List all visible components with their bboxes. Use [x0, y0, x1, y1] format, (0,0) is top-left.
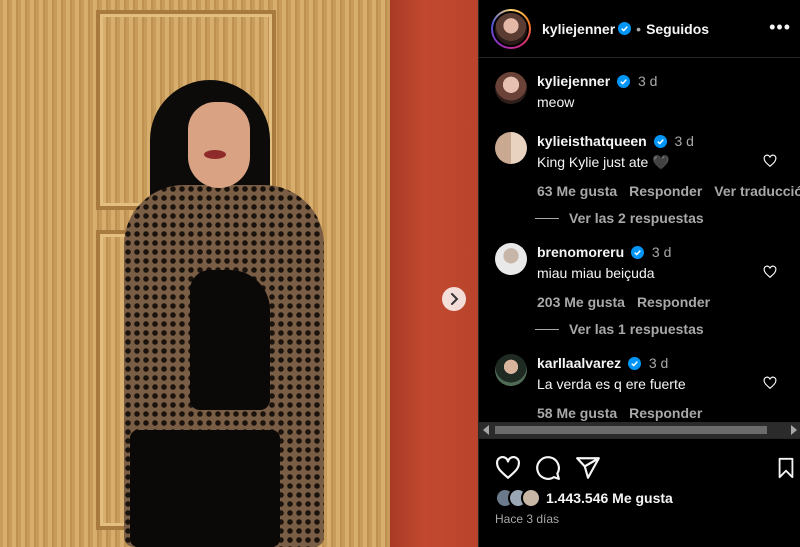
horizontal-scrollbar[interactable] [479, 422, 800, 438]
chevron-right-icon [451, 293, 459, 305]
replies-divider [535, 328, 559, 330]
comment-likes[interactable]: 203 Me gusta [537, 294, 625, 310]
comment-meta: 58 Me gusta Responder [537, 405, 777, 421]
next-photo-button[interactable] [442, 287, 466, 311]
heart-icon[interactable] [763, 265, 777, 279]
avatar[interactable] [491, 8, 531, 49]
comment-time: 3 d [674, 133, 694, 149]
red-wall [390, 0, 478, 547]
comment-icon[interactable] [535, 455, 561, 481]
view-replies-button[interactable]: Ver las 1 respuestas [535, 321, 704, 337]
comment-likes[interactable]: 63 Me gusta [537, 183, 617, 199]
post-sidebar: kyliejenner • Seguidos ••• kyliejenner 3… [478, 0, 800, 547]
avatar[interactable] [495, 243, 527, 275]
replies-divider [535, 217, 559, 219]
following-button[interactable]: Seguidos [646, 21, 709, 37]
comment-username[interactable]: karllaalvarez [537, 355, 621, 371]
translate-button[interactable]: Ver traducción [714, 183, 800, 199]
view-replies-button[interactable]: Ver las 2 respuestas [535, 210, 704, 226]
comment-meta: 63 Me gusta Responder Ver traducción [537, 183, 800, 199]
likes-summary[interactable]: 1.443.546 Me gusta [495, 488, 673, 508]
comment-text: La verda es q ere fuerte [537, 376, 686, 392]
post-timestamp: Hace 3 días [495, 512, 560, 526]
verified-icon [618, 22, 632, 35]
comment-username[interactable]: brenomoreru [537, 244, 624, 260]
avatar [521, 488, 541, 508]
comment-time: 3 d [651, 244, 672, 260]
comment-text: meow [537, 94, 575, 110]
reply-button[interactable]: Responder [629, 183, 702, 199]
share-icon[interactable] [575, 455, 601, 481]
comment-time: 3 d [637, 73, 658, 89]
scroll-right-icon[interactable] [791, 425, 797, 435]
comment-text: miau miau beiçuda [537, 265, 655, 281]
reply-button[interactable]: Responder [637, 294, 710, 310]
likes-count[interactable]: 1.443.546 Me gusta [546, 490, 673, 506]
post-photo [0, 0, 478, 547]
avatar[interactable] [495, 354, 527, 386]
more-options-icon[interactable]: ••• [769, 18, 791, 36]
comments-list: kyliejenner 3 d meow kylieisthatqueen 3 … [479, 58, 800, 422]
post-actions: 1.443.546 Me gusta Hace 3 días [479, 438, 800, 547]
avatar[interactable] [495, 72, 527, 104]
dot-separator: • [636, 20, 642, 37]
face-shape [188, 102, 250, 188]
view-replies-label: Ver las 2 respuestas [569, 210, 704, 226]
comment-username[interactable]: kylieisthatqueen [537, 133, 647, 149]
author-username[interactable]: kyliejenner [542, 21, 615, 37]
avatar[interactable] [495, 132, 527, 164]
verified-icon [617, 75, 631, 88]
scrollbar-thumb[interactable] [495, 426, 767, 434]
heart-icon[interactable] [495, 455, 521, 481]
scroll-left-icon[interactable] [483, 425, 489, 435]
velvet-bodice [190, 270, 270, 410]
comment-meta: 203 Me gusta Responder [537, 294, 777, 310]
velvet-skirt [130, 430, 280, 547]
post-header: kyliejenner • Seguidos ••• [479, 0, 800, 58]
comment-likes[interactable]: 58 Me gusta [537, 405, 617, 421]
lips-shape [204, 150, 226, 159]
comment-time: 3 d [648, 355, 669, 371]
reply-button[interactable]: Responder [629, 405, 702, 421]
view-replies-label: Ver las 1 respuestas [569, 321, 704, 337]
heart-icon[interactable] [763, 376, 777, 390]
comment-username[interactable]: kyliejenner [537, 73, 610, 89]
comment-text: King Kylie just ate 🖤 [537, 154, 670, 170]
heart-icon[interactable] [763, 154, 777, 168]
bookmark-icon[interactable] [775, 455, 797, 481]
verified-icon [653, 135, 667, 148]
verified-icon [631, 246, 645, 259]
verified-icon [627, 357, 641, 370]
